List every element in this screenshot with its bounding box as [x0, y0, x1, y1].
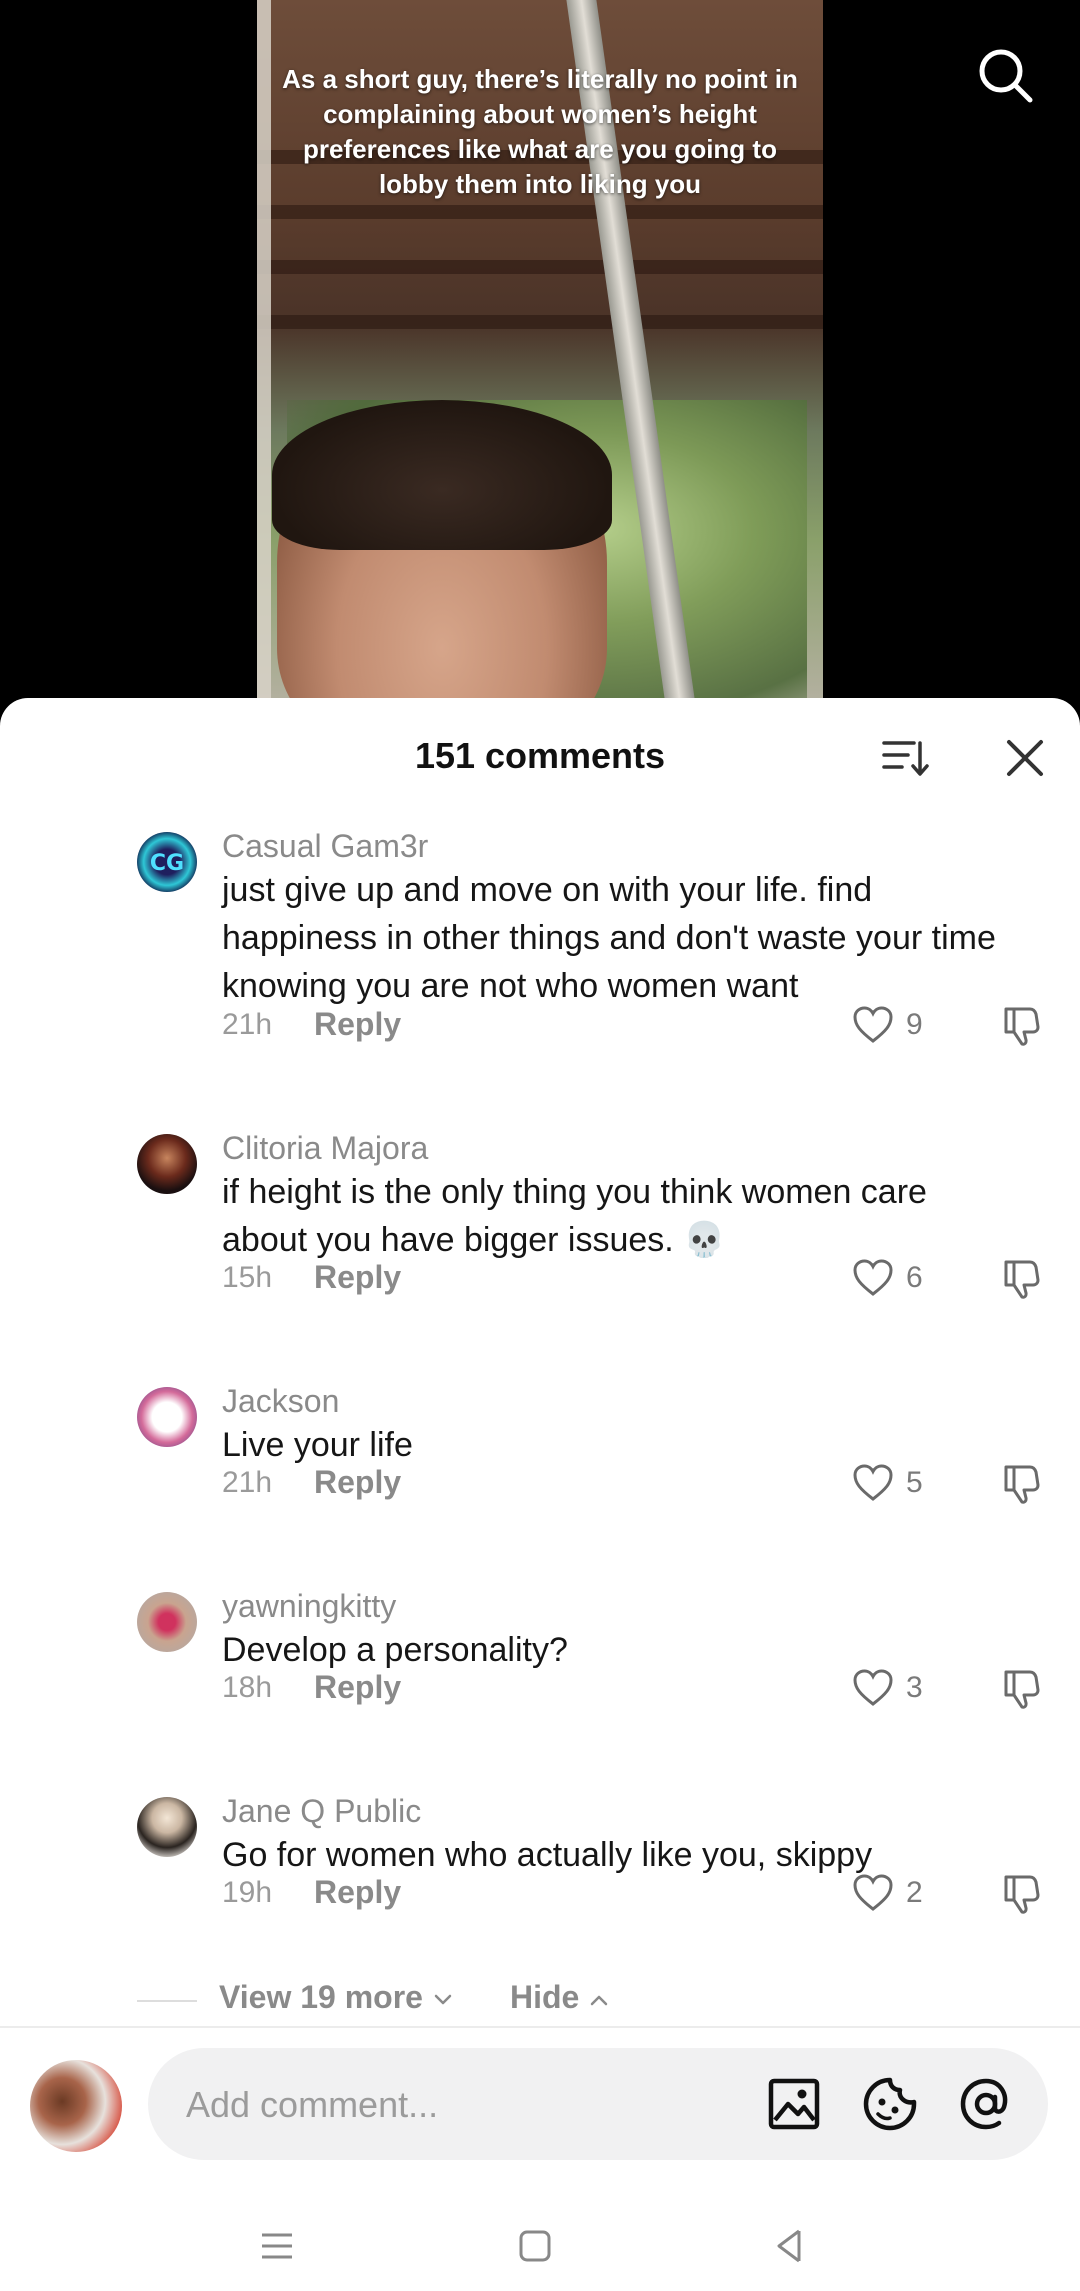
heart-icon[interactable]: [852, 1463, 894, 1503]
comment-time: 19h: [222, 1876, 273, 1909]
comment-time: 15h: [222, 1261, 273, 1294]
comment-text: just give up and move on with your life.…: [222, 871, 996, 1005]
comment-text: Go for women who actually like you, skip…: [222, 1836, 873, 1874]
replies-divider: [137, 2000, 197, 2002]
thumbs-down-icon[interactable]: [1000, 1871, 1044, 1915]
avatar[interactable]: [137, 1592, 197, 1652]
reply-button[interactable]: Reply: [314, 1669, 401, 1706]
thumbs-down-icon[interactable]: [1000, 1666, 1044, 1710]
comment-time: 21h: [222, 1466, 273, 1499]
search-icon[interactable]: [975, 45, 1035, 105]
like-count: 5: [906, 1466, 923, 1499]
comment-time: 21h: [222, 1008, 273, 1041]
video-area[interactable]: As a short guy, there’s literally no poi…: [0, 0, 1080, 720]
comment-author[interactable]: Casual Gam3r: [222, 828, 428, 865]
hide-label: Hide: [510, 1979, 580, 2015]
avatar[interactable]: [137, 1797, 197, 1857]
recent-apps-icon[interactable]: [252, 2221, 302, 2271]
avatar-logo: CG: [150, 851, 184, 876]
comment-text: Live your life: [222, 1426, 413, 1464]
like-count: 2: [906, 1876, 923, 1909]
ceiling-beam: [257, 260, 823, 274]
thumbs-down-icon[interactable]: [1000, 1003, 1044, 1047]
current-user-avatar[interactable]: [30, 2060, 122, 2152]
comment-composer: [148, 2048, 1048, 2160]
window-frame: [257, 0, 271, 720]
avatar[interactable]: CG: [137, 832, 197, 892]
reply-button[interactable]: Reply: [314, 1006, 401, 1043]
thumbs-down-icon[interactable]: [1000, 1256, 1044, 1300]
chevron-down-icon: [434, 1994, 452, 2004]
back-icon[interactable]: [765, 2221, 815, 2271]
comment-author[interactable]: yawningkitty: [222, 1588, 396, 1625]
comment-text: if height is the only thing you think wo…: [222, 1173, 927, 1259]
sort-icon[interactable]: [880, 733, 930, 783]
avatar[interactable]: [137, 1134, 197, 1194]
system-nav-bar: [0, 2203, 1080, 2291]
ceiling-beam: [257, 315, 823, 329]
comment-author[interactable]: Clitoria Majora: [222, 1130, 428, 1167]
composer-divider: [0, 2026, 1080, 2028]
home-icon[interactable]: [510, 2221, 560, 2271]
at-icon[interactable]: [958, 2076, 1014, 2132]
comment-author[interactable]: Jackson: [222, 1383, 339, 1420]
reply-button[interactable]: Reply: [314, 1874, 401, 1911]
heart-icon[interactable]: [852, 1005, 894, 1045]
reply-button[interactable]: Reply: [314, 1259, 401, 1296]
heart-icon[interactable]: [852, 1668, 894, 1708]
like-count: 6: [906, 1261, 923, 1294]
ceiling-beam: [257, 205, 823, 219]
like-count: 9: [906, 1008, 923, 1041]
image-icon[interactable]: [766, 2076, 822, 2132]
svg-text:CG: CG: [150, 851, 184, 876]
view-more-replies-button[interactable]: View 19 more: [219, 1979, 454, 2016]
video-caption: As a short guy, there’s literally no poi…: [282, 64, 798, 199]
add-comment-input[interactable]: [184, 2076, 728, 2134]
thumbs-down-icon[interactable]: [1000, 1461, 1044, 1505]
chevron-up-icon: [590, 1995, 608, 2005]
comments-sheet: 151 comments CG Casual Gam3r just give u…: [0, 698, 1080, 2291]
emoji-icon[interactable]: [862, 2076, 918, 2132]
avatar[interactable]: [137, 1387, 197, 1447]
reply-button[interactable]: Reply: [314, 1464, 401, 1501]
heart-icon[interactable]: [852, 1258, 894, 1298]
like-count: 3: [906, 1671, 923, 1704]
replies-controls: View 19 more Hide: [0, 1975, 1080, 2025]
comment-author[interactable]: Jane Q Public: [222, 1793, 421, 1830]
heart-icon[interactable]: [852, 1873, 894, 1913]
comment-time: 18h: [222, 1671, 273, 1704]
comment-text: Develop a personality?: [222, 1631, 568, 1669]
close-icon[interactable]: [1000, 733, 1050, 783]
person-hair: [272, 400, 612, 550]
view-more-label: View 19 more: [219, 1979, 423, 2015]
hide-replies-button[interactable]: Hide: [510, 1979, 610, 2016]
